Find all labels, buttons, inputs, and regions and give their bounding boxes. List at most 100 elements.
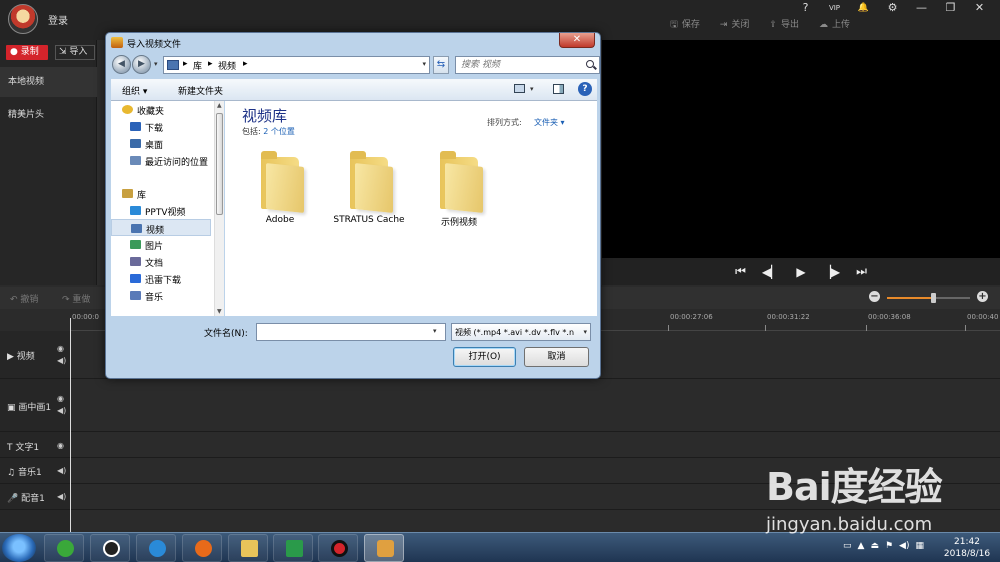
nav-tree-item[interactable]: 最近访问的位置 <box>111 152 211 169</box>
nav-tree-item[interactable]: 桌面 <box>111 135 211 152</box>
360-browser-icon[interactable] <box>44 534 84 562</box>
nav-tree-item[interactable]: 下载 <box>111 118 211 135</box>
refresh-icon[interactable]: ⇆ <box>433 56 449 74</box>
cancel-button[interactable]: 取消 <box>524 347 589 367</box>
skip-end-icon[interactable]: ⏭ <box>856 264 867 279</box>
breadcrumb-separator[interactable]: ▸ <box>208 59 213 69</box>
forward-arrow-icon[interactable]: ▶ <box>132 55 151 74</box>
timeline-playhead[interactable] <box>70 318 71 532</box>
volume-icon[interactable]: ◀) <box>57 466 66 475</box>
volume-icon[interactable]: ◀) <box>57 356 66 365</box>
filename-input[interactable] <box>256 323 446 341</box>
track-text[interactable]: T 文字1 ◉ <box>0 433 1000 458</box>
scroll-up-icon[interactable]: ▲ <box>217 102 222 109</box>
nav-tree-item[interactable]: PPTV视频 <box>111 202 211 219</box>
address-dropdown-icon[interactable]: ▾ <box>422 60 426 68</box>
volume-icon[interactable]: ◀) <box>57 406 66 415</box>
notification-bell-icon[interactable]: 🔔 <box>849 0 878 16</box>
undo-button[interactable]: ↶ 撤销 <box>10 292 38 305</box>
show-hidden-icons-icon[interactable]: ▲ <box>858 541 865 551</box>
firefox-icon[interactable] <box>182 534 222 562</box>
new-folder-button[interactable]: 新建文件夹 <box>178 84 223 97</box>
visibility-eye-icon[interactable]: ◉ <box>57 441 64 450</box>
breadcrumb-separator[interactable]: ▸ <box>183 59 188 69</box>
address-bar[interactable]: ▸ 库 ▸ 视频 ▸ ▾ <box>163 56 430 74</box>
skip-start-icon[interactable]: ⏮ <box>735 264 746 279</box>
maximize-icon[interactable]: ❐ <box>936 0 965 16</box>
volume-icon[interactable]: ◀) <box>57 492 66 501</box>
dialog-close-button[interactable]: ✕ <box>559 33 595 48</box>
safely-remove-icon[interactable]: ⏏ <box>870 541 879 551</box>
zoom-slider[interactable] <box>887 293 970 303</box>
zoom-slider-thumb[interactable] <box>930 293 936 303</box>
zoom-out-icon[interactable]: − <box>869 291 880 302</box>
save-button[interactable]: 🖫 保存 <box>670 17 700 33</box>
zoom-in-icon[interactable]: + <box>977 291 988 302</box>
settings-gear-icon[interactable]: ⚙ <box>878 0 907 16</box>
folder-item[interactable]: STRATUS Cache <box>324 143 414 229</box>
scrollbar-thumb[interactable] <box>216 113 223 215</box>
visibility-eye-icon[interactable]: ◉ <box>57 394 64 403</box>
history-dropdown-icon[interactable]: ▾ <box>154 60 158 68</box>
navigation-scrollbar[interactable]: ▲ ▼ <box>214 101 224 316</box>
volume-icon[interactable]: ◀) <box>899 541 909 551</box>
help-icon[interactable]: ? <box>578 82 592 96</box>
nav-tree-item[interactable]: 收藏夹 <box>111 101 211 118</box>
folder-item[interactable]: 示例视频 <box>414 143 504 229</box>
import-button[interactable]: ⇲ 导入 <box>55 45 95 60</box>
search-icon[interactable] <box>586 60 594 68</box>
nav-tree-item[interactable]: 文档 <box>111 253 211 270</box>
filename-history-dropdown-icon[interactable]: ▾ <box>433 327 437 335</box>
folder-item[interactable]: Adobe <box>235 143 325 229</box>
breadcrumb-separator[interactable]: ▸ <box>243 59 248 69</box>
editor-app-icon[interactable] <box>364 534 404 562</box>
file-type-select[interactable]: 视频 (*.mp4 *.avi *.dv *.flv *.n ▾ <box>451 323 591 341</box>
visibility-eye-icon[interactable]: ◉ <box>57 344 64 353</box>
qq-icon[interactable] <box>90 534 130 562</box>
vip-icon[interactable]: VIP <box>820 0 849 16</box>
open-button[interactable]: 打开(O) <box>453 347 516 367</box>
nav-tree-item[interactable]: 音乐 <box>111 287 211 304</box>
close-project-button[interactable]: ⇥ 关闭 <box>720 17 750 33</box>
minimize-icon[interactable]: — <box>907 0 936 16</box>
library-locations-link[interactable]: 2 个位置 <box>263 127 295 136</box>
file-explorer-icon[interactable] <box>228 534 268 562</box>
export-button[interactable]: ⇪ 导出 <box>769 17 799 33</box>
flag-icon[interactable]: ⚑ <box>885 541 893 551</box>
record-button[interactable]: ● 录制 <box>6 45 48 60</box>
organize-menu-button[interactable]: 组织 ▾ <box>122 84 147 97</box>
preview-pane-icon[interactable] <box>553 84 564 94</box>
step-back-icon[interactable]: ◀▏ <box>762 265 780 279</box>
help-icon[interactable]: ? <box>791 0 820 16</box>
search-box[interactable] <box>455 56 600 74</box>
nav-tree-item[interactable]: 迅雷下载 <box>111 270 211 287</box>
nav-intro-clips[interactable]: 精美片头 <box>0 100 97 130</box>
redo-button[interactable]: ↷ 重做 <box>62 292 90 305</box>
system-clock[interactable]: 21:42 2018/8/16 <box>938 536 996 560</box>
upload-button[interactable]: ☁ 上传 <box>819 17 850 33</box>
nav-tree-item[interactable]: 视频 <box>111 219 211 236</box>
track-pip[interactable]: ▣ 画中画1 ◉ ◀) <box>0 380 1000 432</box>
video-app-icon[interactable] <box>136 534 176 562</box>
login-link[interactable]: 登录 <box>48 12 68 27</box>
back-arrow-icon[interactable]: ◀ <box>112 55 131 74</box>
view-dropdown-icon[interactable]: ▾ <box>530 85 534 93</box>
sort-dropdown[interactable]: 文件夹 ▾ <box>534 117 565 128</box>
start-button[interactable] <box>2 534 36 562</box>
scroll-down-icon[interactable]: ▼ <box>217 308 222 315</box>
nav-tree-item[interactable]: 图片 <box>111 236 211 253</box>
user-avatar[interactable] <box>8 4 38 34</box>
breadcrumb-library[interactable]: 库 <box>193 59 202 72</box>
record-app-icon[interactable] <box>318 534 358 562</box>
keyboard-icon[interactable]: ▭ <box>843 541 852 551</box>
nav-local-video[interactable]: 本地视频 <box>0 67 97 97</box>
network-icon[interactable]: ▦ <box>915 541 924 551</box>
search-input[interactable] <box>461 59 581 71</box>
close-window-icon[interactable]: ✕ <box>965 0 994 16</box>
media-player-icon[interactable] <box>273 534 313 562</box>
dialog-titlebar[interactable]: 导入视频文件 ✕ <box>106 33 600 53</box>
play-icon[interactable]: ▶ <box>796 265 805 279</box>
breadcrumb-videos[interactable]: 视频 <box>218 59 236 72</box>
step-forward-icon[interactable]: ▕▶ <box>822 265 840 279</box>
nav-tree-item[interactable]: 库 <box>111 185 211 202</box>
